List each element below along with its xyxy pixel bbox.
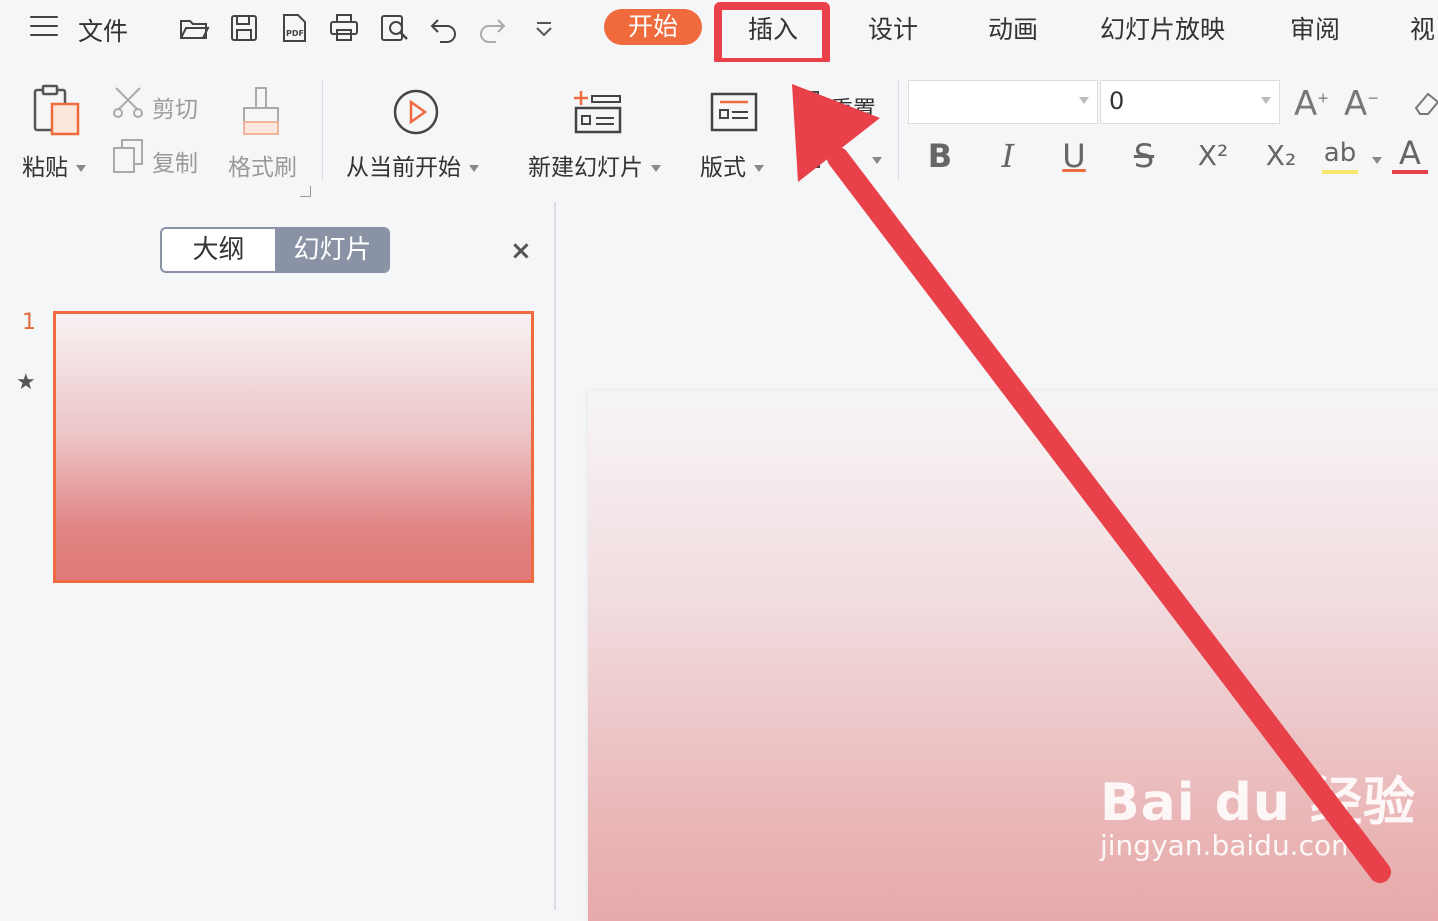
- new-slide-icon[interactable]: [572, 88, 622, 134]
- highlight-dropdown[interactable]: [1364, 150, 1382, 169]
- italic-button[interactable]: I: [988, 136, 1028, 176]
- copy-button[interactable]: 复制: [152, 144, 198, 178]
- layout-button[interactable]: 版式: [700, 148, 764, 182]
- from-current-label: 从当前开始: [346, 155, 461, 181]
- strikethrough-button[interactable]: S: [1124, 136, 1164, 176]
- cut-button[interactable]: 剪切: [152, 90, 198, 124]
- ribbon-divider: [322, 80, 323, 180]
- font-size-select[interactable]: 0: [1100, 80, 1280, 124]
- paste-label: 粘贴: [22, 155, 68, 181]
- chevron-down-icon: [872, 157, 882, 164]
- customize-dropdown-icon[interactable]: [528, 12, 560, 44]
- tab-start[interactable]: 开始: [604, 9, 702, 45]
- watermark-logo: Bai du 经验: [1100, 773, 1416, 833]
- undo-icon[interactable]: [428, 12, 460, 44]
- chevron-down-icon: [1372, 157, 1382, 164]
- format-painter-icon[interactable]: [240, 86, 282, 138]
- from-current-button[interactable]: 从当前开始: [346, 148, 479, 182]
- save-icon[interactable]: [228, 12, 260, 44]
- layout-icon[interactable]: [710, 92, 758, 132]
- export-pdf-icon[interactable]: PDF: [278, 12, 310, 44]
- play-from-current-icon[interactable]: [392, 88, 440, 136]
- highlight-button[interactable]: ab: [1322, 136, 1358, 174]
- scissors-icon[interactable]: [112, 86, 144, 118]
- tab-view[interactable]: 视: [1410, 10, 1435, 46]
- chevron-down-icon: [469, 165, 479, 172]
- tab-review[interactable]: 审阅: [1290, 10, 1340, 46]
- grow-font-icon[interactable]: A+: [1294, 84, 1329, 124]
- panel-view-toggle: 大纲 幻灯片: [160, 227, 390, 273]
- tab-design[interactable]: 设计: [868, 10, 918, 46]
- hamburger-menu-icon[interactable]: [30, 16, 58, 38]
- paste-button[interactable]: 粘贴: [22, 148, 86, 182]
- chevron-down-icon: [1079, 97, 1089, 104]
- clear-format-icon[interactable]: [1410, 88, 1438, 118]
- tab-outline[interactable]: 大纲: [162, 229, 275, 271]
- animation-star-icon: ★: [16, 370, 36, 395]
- layout-label: 版式: [700, 155, 746, 181]
- file-menu[interactable]: 文件: [78, 12, 128, 48]
- chevron-down-icon: [1261, 97, 1271, 104]
- print-preview-icon[interactable]: [378, 12, 410, 44]
- tab-start-label: 开始: [627, 12, 678, 41]
- clipboard-icon[interactable]: [30, 84, 82, 140]
- baidu-jingyan-watermark: Bai du 经验 jingyan.baidu.com: [1100, 760, 1416, 862]
- new-slide-button[interactable]: 新建幻灯片: [528, 148, 661, 182]
- font-size-value: 0: [1109, 87, 1125, 115]
- slide-thumbnail[interactable]: [53, 311, 534, 583]
- section-icon[interactable]: [798, 146, 820, 168]
- chevron-down-icon: [754, 165, 764, 172]
- print-icon[interactable]: [328, 12, 360, 44]
- reset-icon[interactable]: [798, 90, 820, 112]
- font-name-select[interactable]: [908, 80, 1098, 124]
- clipboard-dialog-launcher[interactable]: [300, 186, 311, 197]
- tab-slideshow[interactable]: 幻灯片放映: [1100, 10, 1225, 46]
- reset-button[interactable]: 重置: [830, 90, 876, 124]
- close-icon[interactable]: ×: [510, 236, 532, 266]
- redo-icon[interactable]: [476, 12, 508, 44]
- insert-tab-highlight-box: [714, 2, 830, 66]
- superscript-button[interactable]: X²: [1190, 136, 1236, 176]
- ribbon-divider: [898, 80, 899, 180]
- tab-slides[interactable]: 幻灯片: [275, 229, 388, 271]
- bold-button[interactable]: B: [920, 136, 960, 176]
- open-folder-icon[interactable]: [178, 12, 210, 44]
- copy-icon[interactable]: [112, 138, 144, 174]
- shrink-font-icon[interactable]: A−: [1344, 84, 1379, 124]
- new-slide-label: 新建幻灯片: [528, 155, 643, 181]
- menu-bar: 文件 PDF 开始 插入 设计 动画 幻灯片放映 审阅 视: [0, 0, 1438, 66]
- slide-number: 1: [22, 310, 36, 335]
- tab-animation[interactable]: 动画: [988, 10, 1038, 46]
- format-painter-button[interactable]: 格式刷: [228, 148, 297, 182]
- font-color-button[interactable]: A: [1392, 136, 1428, 174]
- chevron-down-icon: [76, 165, 86, 172]
- subscript-button[interactable]: X₂: [1258, 136, 1304, 176]
- underline-button[interactable]: U: [1054, 136, 1094, 176]
- pdf-text: PDF: [286, 29, 304, 38]
- section-dropdown[interactable]: [864, 150, 882, 169]
- chevron-down-icon: [651, 165, 661, 172]
